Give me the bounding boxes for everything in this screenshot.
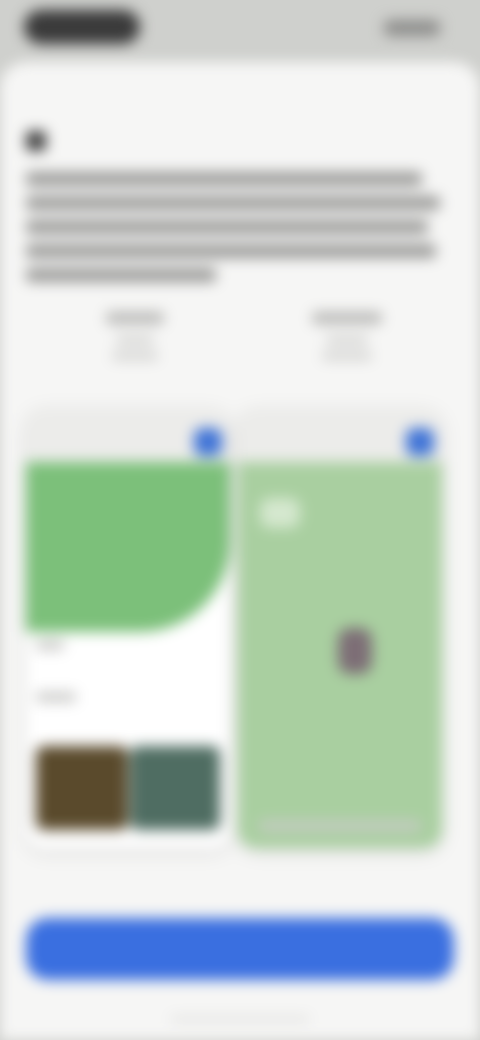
description-line <box>26 244 436 258</box>
photo-thumbnail <box>130 746 220 830</box>
right-column-sub <box>326 336 368 344</box>
description-line <box>26 172 422 186</box>
preview-bottom-bar <box>258 820 422 832</box>
left-column-sub <box>112 352 158 360</box>
map-feature <box>260 498 300 528</box>
status-indicators <box>384 20 440 36</box>
sheet-description <box>26 172 446 292</box>
title-icon <box>26 130 46 151</box>
description-line <box>26 220 428 234</box>
map-icon <box>406 428 434 456</box>
preview-text-line <box>36 692 76 702</box>
status-time <box>24 10 140 44</box>
left-column-sub <box>116 336 154 344</box>
home-indicator <box>170 1016 310 1022</box>
photo-thumbnail <box>36 746 128 830</box>
preview-text-line <box>36 640 64 650</box>
right-column-sub <box>322 352 372 360</box>
sheet-title <box>26 130 406 151</box>
primary-cta-button[interactable] <box>26 918 454 980</box>
description-line <box>26 196 440 210</box>
preview-left <box>26 408 230 848</box>
map-icon <box>194 428 222 456</box>
right-column-label <box>312 312 382 324</box>
left-column-label <box>106 312 164 324</box>
blurred-screen <box>0 0 480 1040</box>
description-line <box>26 268 216 282</box>
map-area <box>26 462 230 632</box>
preview-right <box>238 408 442 848</box>
location-marker-icon <box>338 628 372 674</box>
